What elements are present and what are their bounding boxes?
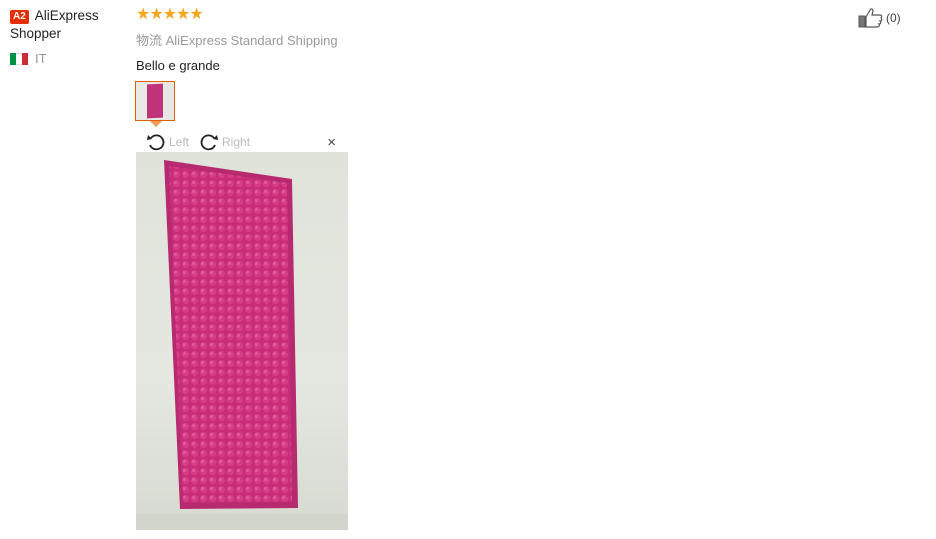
photo-viewer-toolbar: Left Right ×	[136, 131, 348, 152]
helpful-button[interactable]: (0)	[858, 7, 901, 29]
rotate-left-label: Left	[169, 134, 190, 149]
thumbnail-image	[147, 83, 163, 119]
review-photo-thumbnail[interactable]	[135, 81, 175, 121]
reviewer-info: A2 AliExpress Shopper IT	[10, 7, 125, 66]
reviewer-country: IT	[10, 51, 125, 66]
rotate-right-button[interactable]: Right	[199, 133, 250, 151]
thumbnail-pointer-caret	[150, 121, 162, 127]
rotate-left-button[interactable]: Left	[146, 133, 189, 151]
review-body: ★★★★★ 物流 AliExpress Standard Shipping Be…	[136, 6, 836, 74]
thumbs-up-icon	[858, 8, 883, 28]
close-icon[interactable]: ×	[327, 134, 336, 151]
reviewer-name-line: A2 AliExpress Shopper	[10, 7, 125, 43]
rotate-left-icon	[147, 133, 165, 150]
rotate-right-label: Right	[222, 134, 251, 149]
review-photo	[136, 152, 348, 530]
photo-viewer: Left Right ×	[136, 131, 348, 530]
avatar-badge: A2	[10, 10, 29, 24]
rotate-right-icon	[200, 133, 219, 150]
italy-flag-icon	[10, 52, 28, 65]
shipping-method: 物流 AliExpress Standard Shipping	[136, 33, 338, 48]
helpful-count: (0)	[886, 11, 901, 25]
review-text: Bello e grande	[136, 58, 220, 73]
country-code: IT	[35, 51, 47, 66]
silicone-mat-image	[136, 160, 348, 530]
star-rating: ★★★★★	[136, 6, 204, 23]
